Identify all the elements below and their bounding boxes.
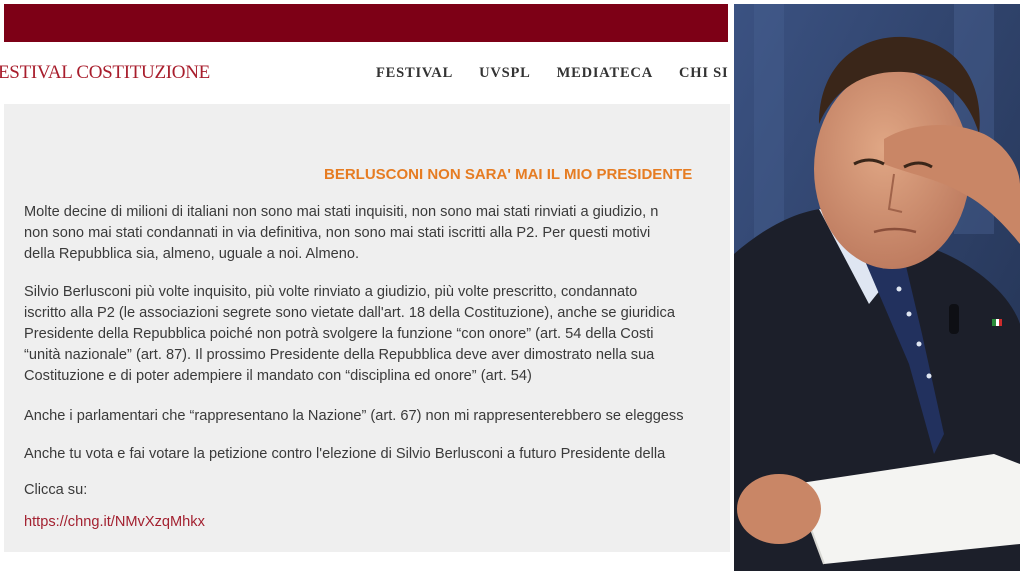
paragraph-line: “unità nazionale” (art. 87). Il prossimo… bbox=[24, 347, 655, 363]
paragraph-line: Molte decine di milioni di italiani non … bbox=[24, 204, 659, 220]
paragraph-line: non sono mai stati condannati in via def… bbox=[24, 225, 651, 241]
paragraph-line: Silvio Berlusconi più volte inquisito, p… bbox=[24, 284, 638, 300]
nav-item-chi-siamo[interactable]: CHI SI bbox=[679, 65, 729, 82]
paragraph-3: Anche i parlamentari che “rappresentano … bbox=[24, 408, 684, 424]
nav-item-mediateca[interactable]: MEDIATECA bbox=[557, 65, 653, 82]
paragraph-line: Presidente della Repubblica poiché non p… bbox=[24, 326, 654, 342]
portrait-photo bbox=[734, 4, 1020, 571]
paragraph-1: Molte decine di milioni di italiani non … bbox=[24, 202, 730, 265]
nav-item-festival[interactable]: FESTIVAL bbox=[376, 65, 453, 82]
paragraph-4: Anche tu vota e fai votare la petizione … bbox=[24, 446, 666, 462]
site-logo[interactable]: ESTIVAL COSTITUZIONE bbox=[0, 62, 210, 84]
website-screenshot: ESTIVAL COSTITUZIONE FESTIVAL UVSPL MEDIAT… bbox=[0, 0, 730, 575]
paragraph-line: Costituzione e di poter adempiere il man… bbox=[24, 368, 532, 384]
article-title: BERLUSCONI NON SARA' MAI IL MIO PRESIDEN… bbox=[324, 166, 693, 183]
top-bar bbox=[4, 4, 728, 42]
paragraph-5: Clicca su: bbox=[24, 482, 88, 498]
nav-item-uvspl[interactable]: UVSPL bbox=[479, 65, 531, 82]
paragraph-line: della Repubblica sia, almeno, uguale a n… bbox=[24, 246, 360, 262]
site-header: ESTIVAL COSTITUZIONE FESTIVAL UVSPL MEDIAT… bbox=[0, 42, 730, 104]
petition-link[interactable]: https://chng.it/NMvXzqMhkx bbox=[24, 514, 205, 530]
paragraph-line: iscritto alla P2 (le associazioni segret… bbox=[24, 305, 675, 321]
main-nav: FESTIVAL UVSPL MEDIATECA CHI SI bbox=[376, 64, 730, 82]
paragraph-2: Silvio Berlusconi più volte inquisito, p… bbox=[24, 282, 730, 387]
article-content: BERLUSCONI NON SARA' MAI IL MIO PRESIDEN… bbox=[4, 104, 730, 552]
